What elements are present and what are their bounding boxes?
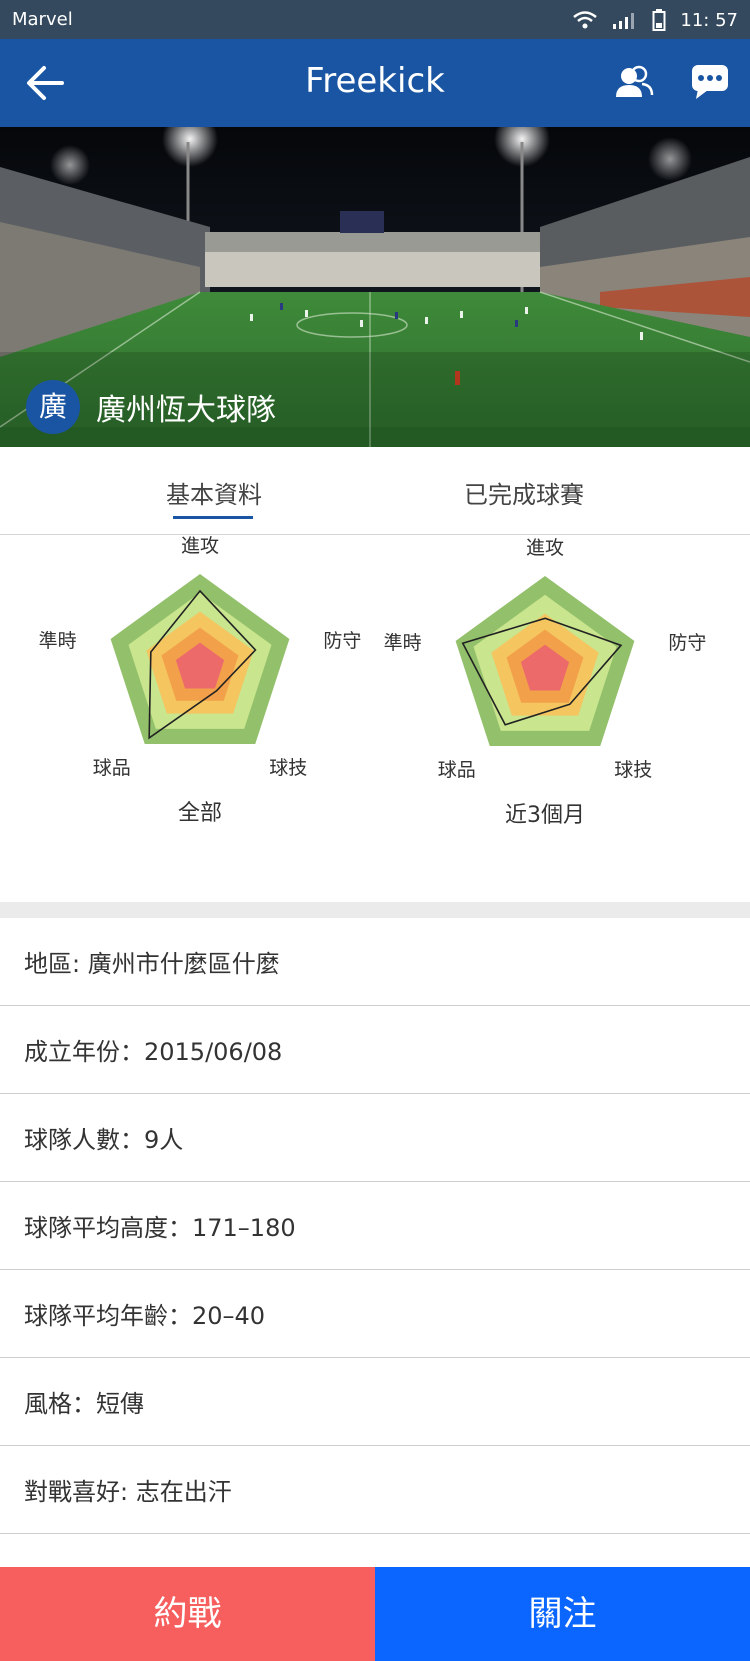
top-navbar: Freekick [0,39,750,127]
tab-bar: 基本資料 已完成球賽 [0,447,750,535]
info-members: 球隊人數：9人 [0,1094,750,1182]
status-icons: 11: 57 [572,7,738,33]
info-region: 地區: 廣州市什麼區什麼 [0,918,750,1006]
radar-caption: 近3個月 [505,803,585,828]
info-style-text: 風格：短傳 [24,1390,144,1418]
wifi-icon [573,11,598,29]
radar-axis-label: 進攻 [181,536,219,557]
info-founded: 成立年份：2015/06/08 [0,1006,750,1094]
team-cover-image: 廣 廣州恆大球隊 [0,127,750,447]
status-time: 11: 57 [680,9,738,31]
radar-axis-label: 球技 [269,757,307,779]
signal-icon [613,13,635,29]
radar-chart-1: 進攻防守球技 球品 準時全部 [39,536,362,826]
radar-axis-label: 球品 [438,759,476,781]
active-tab-indicator [173,516,253,519]
info-preference: 對戰喜好: 志在出汗 [0,1446,750,1534]
challenge-button[interactable]: 約戰 [0,1567,375,1661]
radar-chart-2: 進攻防守球技 球品 準時近3個月 [384,537,707,828]
battery-icon [652,9,666,31]
status-bar: Marvel 11: 57 [0,0,750,39]
footer-actions: 約戰 關注 [0,1567,750,1661]
info-preference-text: 對戰喜好: 志在出汗 [24,1478,232,1506]
section-divider [0,902,750,918]
radar-axis-label: 準時 [39,630,77,652]
team-name: 廣州恆大球隊 [96,393,276,428]
info-avg-height-text: 球隊平均高度：171–180 [24,1214,296,1242]
chat-icon[interactable] [690,61,730,101]
radar-svg: 進攻防守球技 球品 準時全部 進攻防守球技 球品 準時近3個月 [39,536,707,828]
members-icon[interactable] [614,63,654,103]
radar-caption: 全部 [178,801,222,826]
info-avg-age-text: 球隊平均年齡：20–40 [24,1302,266,1330]
radar-axis-label: 準時 [384,632,422,654]
radar-axis-label: 球技 [614,759,652,781]
radar-axis-label: 進攻 [526,537,564,559]
info-members-text: 球隊人數：9人 [24,1126,184,1154]
team-badge: 廣 [26,380,80,434]
info-founded-text: 成立年份：2015/06/08 [24,1038,283,1066]
radar-axis-label: 球品 [93,757,131,779]
info-avg-age: 球隊平均年齡：20–40 [0,1270,750,1358]
radar-axis-label: 防守 [323,630,361,652]
follow-button[interactable]: 關注 [375,1567,750,1661]
info-avg-height: 球隊平均高度：171–180 [0,1182,750,1270]
tab-completed-matches[interactable]: 已完成球賽 [464,475,584,510]
radar-charts: 進攻防守球技 球品 準時全部 進攻防守球技 球品 準時近3個月 [0,536,750,902]
team-info-list: 地區: 廣州市什麼區什麼 成立年份：2015/06/08 球隊人數：9人 球隊平… [0,918,750,1534]
info-style: 風格：短傳 [0,1358,750,1446]
info-region-text: 地區: 廣州市什麼區什麼 [24,950,280,978]
tab-basic-info[interactable]: 基本資料 [166,475,262,510]
radar-axis-label: 防守 [668,632,706,654]
carrier-name: Marvel [12,9,73,30]
